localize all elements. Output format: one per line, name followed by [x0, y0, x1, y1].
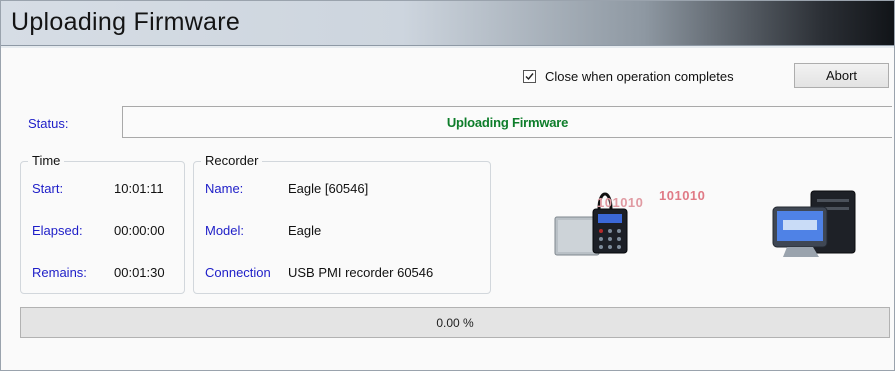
progress-text: 0.00 % [436, 315, 474, 330]
checkbox-box[interactable] [523, 69, 536, 83]
name-label: Name: [205, 181, 244, 196]
elapsed-value: 00:00:00 [114, 223, 165, 238]
elapsed-label: Elapsed: [32, 223, 83, 238]
name-value: Eagle [60546] [288, 181, 369, 196]
model-value: Eagle [288, 223, 322, 238]
abort-button[interactable]: Abort [794, 63, 889, 88]
connection-value: USB PMI recorder 60546 [288, 265, 434, 280]
data-bits-text-2: 101010 [659, 188, 706, 203]
time-group-title: Time [28, 153, 65, 168]
title-bar: Uploading Firmware [1, 1, 894, 46]
data-bits-text-1: 101010 [597, 195, 644, 210]
connection-label: Connection [205, 265, 271, 280]
remains-label: Remains: [32, 265, 87, 280]
status-label: Status: [28, 116, 69, 131]
status-value: Uploading Firmware [446, 114, 569, 130]
model-label: Model: [205, 223, 245, 238]
start-label: Start: [32, 181, 64, 196]
window-title: Uploading Firmware [11, 8, 241, 36]
progress-bar: 0.00 % [20, 307, 890, 338]
desktop-computer-icon [772, 190, 856, 257]
title-divider [1, 46, 894, 48]
status-field: Uploading Firmware [122, 106, 892, 138]
recorder-group-title: Recorder [201, 153, 263, 168]
upload-firmware-window: Uploading Firmware Close when operation … [0, 0, 895, 371]
close-when-complete-checkbox[interactable]: Close when operation completes [523, 67, 734, 85]
checkmark-icon [525, 72, 534, 80]
remains-value: 00:01:30 [114, 265, 165, 280]
close-when-complete-label: Close when operation completes [545, 68, 734, 84]
start-value: 10:01:11 [114, 181, 164, 196]
